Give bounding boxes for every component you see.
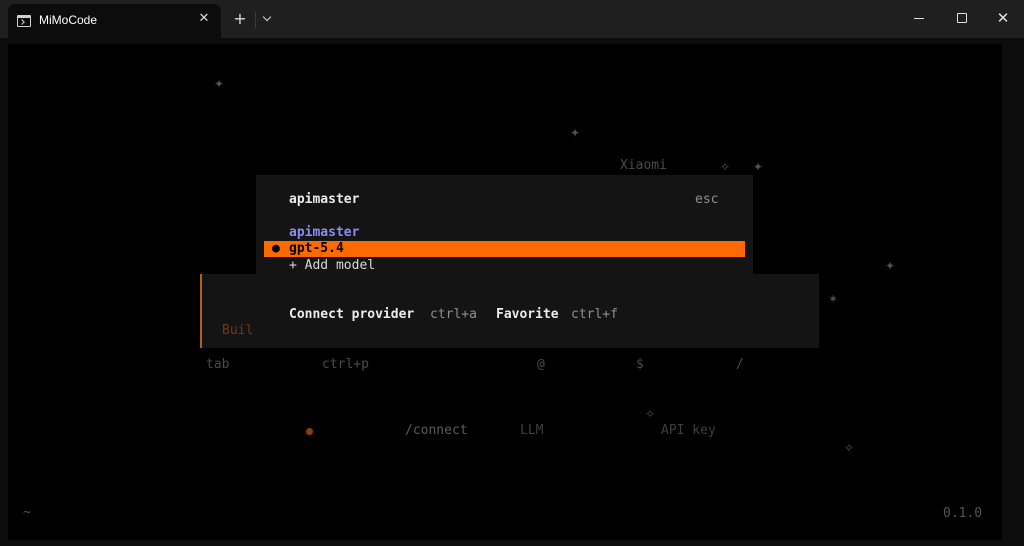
hint-slash: / [736, 357, 744, 372]
star-icon: ✦ [570, 126, 581, 140]
dialog-title: apimaster [289, 192, 360, 207]
logo-fragment: Xiaomi [620, 158, 667, 173]
selected-bullet-icon: ● [272, 241, 280, 256]
model-option-label: gpt-5.4 [289, 241, 344, 256]
cwd-indicator: ~ [23, 505, 31, 520]
star-icon: ✧ [844, 441, 855, 455]
close-window-button[interactable]: ✕ [993, 8, 1013, 28]
favorite-shortcut: ctrl+f [571, 307, 618, 322]
star-icon: ✧ [720, 160, 731, 174]
hint-tab: tab [206, 357, 230, 372]
maximize-button[interactable] [952, 8, 972, 28]
star-icon: ✦ [214, 77, 225, 91]
input-placeholder: Buil [222, 323, 254, 338]
terminal-icon [17, 15, 31, 27]
hint-dollar: $ [636, 357, 644, 372]
hint-ctrl-p: ctrl+p [322, 357, 369, 372]
chevron-down-icon[interactable] [261, 12, 275, 26]
title-bar: MiMoCode ✕ + ✕ [0, 0, 1024, 38]
star-icon: ✦ [885, 259, 896, 273]
connect-llm: LLM [520, 423, 544, 438]
status-dot [306, 428, 313, 435]
add-model-button[interactable]: + Add model [289, 258, 375, 274]
favorite-action[interactable]: Favorite [496, 307, 559, 323]
hint-at: @ [537, 357, 545, 372]
model-select-dialog: apimaster esc apimaster ● gpt-5.4 + Add … [256, 175, 753, 339]
minimize-button[interactable] [909, 8, 929, 28]
star-icon: ✶ [828, 292, 839, 306]
tab-title: MiMoCode [39, 13, 98, 27]
terminal-area[interactable]: ✦ ✦ ✧ ✦ ✦ ✶ ✧ ✧ Xiaomi Buil tab ctrl+p @… [0, 38, 1024, 546]
close-tab-icon[interactable]: ✕ [196, 11, 212, 27]
esc-button[interactable]: esc [695, 192, 718, 208]
star-icon: ✦ [753, 160, 764, 174]
input-accent-bar [200, 274, 202, 348]
titlebar-divider [255, 12, 256, 28]
terminal-tab[interactable]: MiMoCode ✕ [8, 4, 221, 38]
new-tab-button[interactable]: + [231, 10, 249, 28]
version-label: 0.1.0 [943, 506, 983, 521]
provider-heading: apimaster [289, 225, 360, 240]
connect-provider-shortcut: ctrl+a [430, 307, 477, 322]
connect-command: /connect [405, 423, 468, 438]
connect-provider-action[interactable]: Connect provider [289, 307, 414, 323]
model-option-selected[interactable]: ● gpt-5.4 [264, 241, 745, 257]
connect-api-key: API key [661, 423, 716, 438]
star-icon: ✧ [645, 407, 656, 421]
